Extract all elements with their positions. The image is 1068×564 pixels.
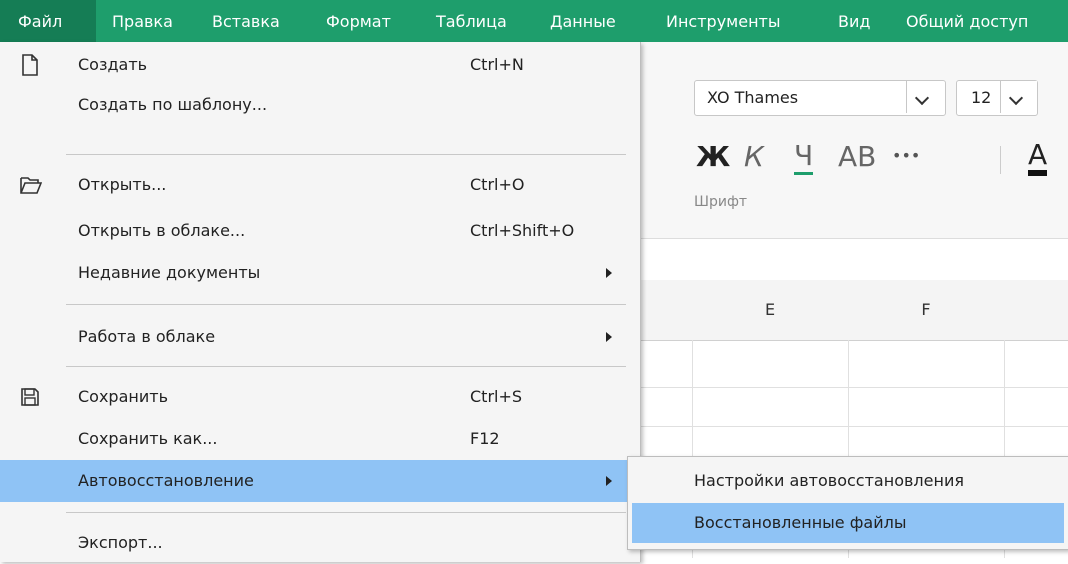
submenu-item-label: Настройки автовосстановления <box>694 471 964 490</box>
menu-item-shortcut: Ctrl+N <box>470 55 524 74</box>
menu-item-label: Создать <box>78 55 148 74</box>
chevron-down-icon <box>914 90 930 106</box>
italic-button[interactable]: К <box>744 140 764 173</box>
menu-separator <box>66 366 626 367</box>
file-menu: Создать Ctrl+N Создать по шаблону... Отк… <box>0 42 641 562</box>
menu-item-label: Открыть в облаке... <box>78 221 246 240</box>
menu-item-label: Недавние документы <box>78 263 261 282</box>
menu-separator <box>66 154 626 155</box>
menu-item-recent[interactable]: Недавние документы <box>0 252 640 294</box>
menu-item-label: Создать по шаблону... <box>78 95 268 114</box>
bold-button[interactable]: Ж <box>696 140 730 173</box>
chevron-down-icon <box>1008 90 1024 106</box>
font-size-dropdown[interactable] <box>1000 81 1037 113</box>
menu-item-label: Открыть... <box>78 175 167 194</box>
font-size-value: 12 <box>971 88 992 107</box>
menu-item-open[interactable]: Открыть... Ctrl+O <box>0 164 640 206</box>
column-header-filler <box>640 280 693 341</box>
menu-item-label: Сохранить <box>78 387 168 406</box>
menu-format[interactable]: Формат <box>326 0 391 42</box>
menu-table[interactable]: Таблица <box>436 0 507 42</box>
more-icon[interactable]: ••• <box>892 146 920 165</box>
submenu-item-autorecover-settings[interactable]: Настройки автовосстановления <box>632 461 1064 501</box>
menu-bar: Файл Правка Вставка Формат Таблица Данны… <box>0 0 1068 42</box>
menu-insert[interactable]: Вставка <box>212 0 280 42</box>
submenu-item-label: Восстановленные файлы <box>694 513 907 532</box>
submenu-arrow-icon <box>606 332 612 342</box>
menu-file[interactable]: Файл <box>0 0 96 42</box>
menu-view[interactable]: Вид <box>838 0 870 42</box>
divider <box>1000 146 1001 174</box>
menu-tools[interactable]: Инструменты <box>666 0 781 42</box>
font-name-dropdown[interactable] <box>906 81 943 113</box>
column-header-f[interactable]: F <box>848 280 1005 341</box>
submenu-item-recovered-files[interactable]: Восстановленные файлы <box>632 503 1064 543</box>
menu-item-autorecover[interactable]: Автовосстановление <box>0 460 640 502</box>
menu-separator <box>66 512 626 513</box>
underline-button[interactable]: Ч <box>794 140 814 175</box>
menu-item-new-from-template[interactable]: Создать по шаблону... <box>0 84 640 126</box>
menu-item-label: Сохранить как... <box>78 429 218 448</box>
menu-item-shortcut: F12 <box>470 429 500 448</box>
submenu-arrow-icon <box>606 268 612 278</box>
caps-button[interactable]: АВ <box>838 140 876 173</box>
menu-item-save[interactable]: Сохранить Ctrl+S <box>0 376 640 418</box>
menu-item-shortcut: Ctrl+O <box>470 175 525 194</box>
group-label-font: Шрифт <box>694 194 748 210</box>
menu-item-shortcut: Ctrl+Shift+O <box>470 221 575 240</box>
menu-item-label: Работа в облаке <box>78 327 216 346</box>
new-document-icon <box>22 54 38 76</box>
menu-item-label: Автовосстановление <box>78 471 254 490</box>
save-icon <box>21 388 39 406</box>
menu-sharing[interactable]: Общий доступ <box>906 0 1028 42</box>
menu-item-open-cloud[interactable]: Открыть в облаке... Ctrl+Shift+O <box>0 210 640 252</box>
menu-item-shortcut: Ctrl+S <box>470 387 523 406</box>
open-folder-icon <box>20 177 42 194</box>
submenu-arrow-icon <box>606 476 612 486</box>
menu-data[interactable]: Данные <box>550 0 616 42</box>
menu-item-new[interactable]: Создать Ctrl+N <box>0 44 640 86</box>
font-color-button[interactable]: А <box>1028 140 1048 176</box>
font-name-value: XO Thames <box>707 88 799 107</box>
menu-edit[interactable]: Правка <box>112 0 173 42</box>
menu-item-cloud[interactable]: Работа в облаке <box>0 316 640 358</box>
menu-item-save-as[interactable]: Сохранить как... F12 <box>0 418 640 460</box>
menu-separator <box>66 304 626 305</box>
autorecover-submenu: Настройки автовосстановления Восстановле… <box>627 456 1068 550</box>
column-header-e[interactable]: E <box>692 280 849 341</box>
column-header-g[interactable] <box>1004 280 1068 341</box>
